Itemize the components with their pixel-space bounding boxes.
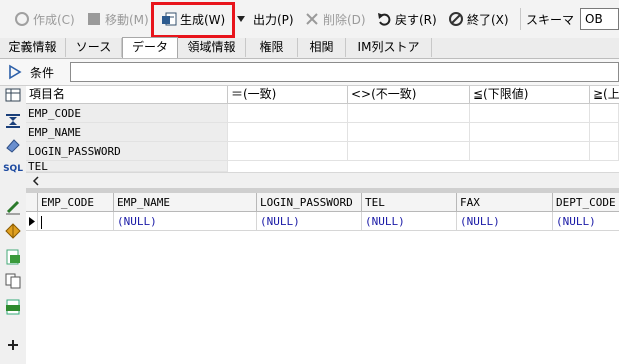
circle-icon	[14, 11, 30, 27]
filter-row-name: EMP_NAME	[26, 123, 228, 142]
filter-row-name: LOGIN_PASSWORD	[26, 142, 228, 161]
condition-bar: 条件	[0, 59, 619, 86]
filter-row-name: EMP_CODE	[26, 104, 228, 123]
data-cell-fax[interactable]: (NULL)	[457, 212, 553, 231]
filter-cell[interactable]	[470, 104, 590, 123]
tab-im-column-store[interactable]: IM列ストア	[346, 38, 432, 57]
filter-cell[interactable]	[590, 104, 619, 123]
create-label: 作成(C)	[33, 12, 75, 27]
dropdown-icon	[236, 11, 246, 27]
move-icon	[86, 11, 102, 27]
toolbar-separator	[520, 8, 521, 30]
plus-icon[interactable]	[4, 336, 22, 354]
filter-header-equal[interactable]: ＝(一致)	[228, 86, 348, 104]
condition-input[interactable]	[70, 62, 619, 82]
tab-bar: 定義情報 ソース データ 領域情報 権限 相関 IM列ストア	[0, 37, 619, 59]
data-header-dept-code[interactable]: DEPT_CODE	[553, 193, 619, 212]
filter-cell[interactable]	[348, 104, 470, 123]
eraser-icon[interactable]	[4, 136, 22, 154]
revert-button[interactable]: 戻す(R)	[376, 9, 437, 29]
tab-dependencies[interactable]: 相関	[298, 38, 346, 57]
split-icon[interactable]	[4, 222, 22, 240]
create-button[interactable]: 作成(C)	[14, 9, 75, 29]
filter-cell[interactable]	[470, 123, 590, 142]
filter-cell[interactable]	[470, 142, 590, 161]
tab-source[interactable]: ソース	[66, 38, 122, 57]
filter-grid: 項目名 ＝(一致) <>(不一致) ≦(下限値) ≧(上 EMP_CODE EM…	[26, 86, 619, 186]
data-header-tel[interactable]: TEL	[362, 193, 457, 212]
undo-icon	[376, 11, 392, 27]
data-header-fax[interactable]: FAX	[457, 193, 553, 212]
tab-definition[interactable]: 定義情報	[0, 38, 66, 57]
filter-header-lower[interactable]: ≦(下限値)	[470, 86, 590, 104]
filter-cell[interactable]	[348, 142, 470, 161]
output-dropdown-button[interactable]: 出力(P)	[236, 9, 294, 29]
row-header-corner	[26, 193, 38, 212]
filter-cell[interactable]	[590, 142, 619, 161]
output-label: 出力(P)	[253, 12, 294, 27]
filter-row-name: TEL	[26, 161, 228, 172]
no-icon	[448, 11, 464, 27]
data-header-emp-name[interactable]: EMP_NAME	[114, 193, 257, 212]
move-label: 移動(M)	[105, 12, 149, 27]
schema-label: スキーマ	[526, 12, 575, 27]
data-cell-tel[interactable]: (NULL)	[362, 212, 457, 231]
data-header-emp-code[interactable]: EMP_CODE	[38, 193, 114, 212]
move-button[interactable]: 移動(M)	[86, 9, 149, 29]
grid-doc-icon[interactable]	[4, 248, 22, 266]
data-header-login-password[interactable]: LOGIN_PASSWORD	[257, 193, 362, 212]
filter-header-item[interactable]: 項目名	[26, 86, 228, 104]
close-x-icon	[304, 11, 320, 27]
exit-button[interactable]: 終了(X)	[448, 9, 509, 29]
filter-cell[interactable]	[590, 123, 619, 142]
tab-data[interactable]: データ	[122, 37, 178, 58]
row-pointer[interactable]	[26, 212, 38, 231]
pencil-icon[interactable]	[4, 198, 22, 216]
highlight-box	[151, 2, 235, 38]
filter-cell[interactable]	[228, 142, 348, 161]
data-cell-emp-code[interactable]	[38, 212, 114, 231]
filter-cell[interactable]	[228, 104, 348, 123]
copy-icon[interactable]	[4, 272, 22, 290]
filter-header-upper[interactable]: ≧(上	[590, 86, 619, 104]
csv-icon[interactable]	[4, 298, 22, 316]
data-grid: EMP_CODE EMP_NAME LOGIN_PASSWORD TEL FAX…	[26, 193, 619, 364]
schema-input[interactable]: OB	[580, 8, 619, 30]
revert-label: 戻す(R)	[395, 12, 437, 27]
filter-cell[interactable]	[228, 123, 348, 142]
sql-icon[interactable]: SQL	[3, 160, 23, 178]
scroll-left-icon[interactable]	[32, 175, 40, 189]
data-cell-dept-code[interactable]: (NULL)	[553, 212, 619, 231]
side-toolbar: SQL	[0, 86, 27, 364]
filter-cell[interactable]	[348, 123, 470, 142]
data-cell-emp-name[interactable]: (NULL)	[114, 212, 257, 231]
exit-label: 終了(X)	[467, 12, 509, 27]
filter-header-not-equal[interactable]: <>(不一致)	[348, 86, 470, 104]
data-cell-login-password[interactable]: (NULL)	[257, 212, 362, 231]
horizontal-scrollbar[interactable]	[26, 172, 619, 189]
condition-label: 条件	[30, 66, 55, 80]
delete-label: 削除(D)	[323, 12, 366, 27]
tab-privileges[interactable]: 権限	[246, 38, 298, 57]
toolbar: 作成(C) 移動(M) 生成(W) 出力(P) 削除(D) 戻す(R) 終了(X…	[0, 0, 619, 39]
current-row-icon	[29, 217, 35, 226]
delete-button[interactable]: 削除(D)	[304, 9, 366, 29]
collapse-icon[interactable]	[4, 112, 22, 130]
play-icon[interactable]	[8, 64, 22, 83]
text-cursor	[41, 215, 42, 229]
table-icon[interactable]	[4, 86, 22, 104]
tab-storage[interactable]: 領域情報	[178, 38, 246, 57]
